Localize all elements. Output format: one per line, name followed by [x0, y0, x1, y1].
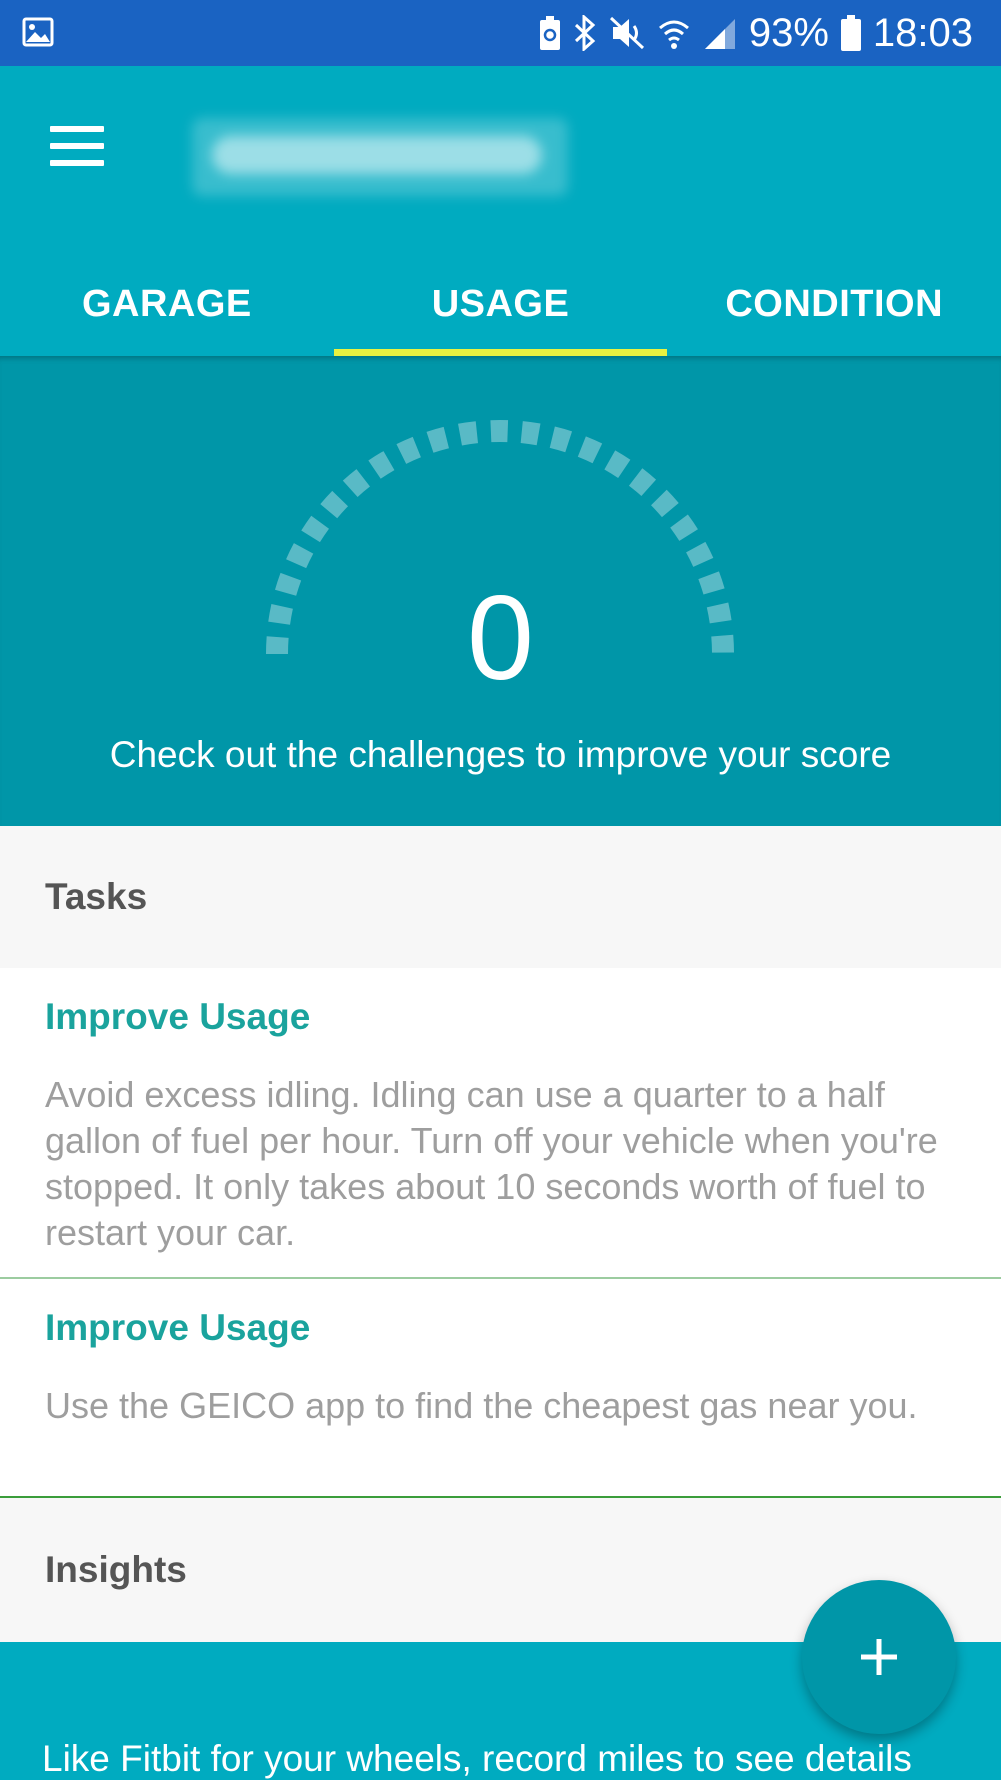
- bluetooth-icon: [573, 15, 597, 51]
- task-item[interactable]: Improve Usage Use the GEICO app to find …: [0, 1279, 1001, 1497]
- vehicle-title-redacted: [192, 118, 568, 196]
- insights-banner-text: Like Fitbit for your wheels, record mile…: [42, 1738, 912, 1779]
- task-description: Avoid excess idling. Idling can use a qu…: [45, 1074, 938, 1253]
- task-description: Use the GEICO app to find the cheapest g…: [45, 1385, 918, 1426]
- tab-garage[interactable]: GARAGE: [0, 266, 334, 356]
- battery-icon: [840, 15, 861, 51]
- signal-icon: [703, 17, 737, 49]
- battery-percent: 93%: [748, 10, 829, 55]
- insights-header-label: Insights: [45, 1549, 187, 1590]
- clock: 18:03: [872, 10, 973, 55]
- add-fab-button[interactable]: [802, 1580, 956, 1734]
- battery-saver-icon: [539, 16, 561, 50]
- app-bar: GARAGE USAGE CONDITION: [0, 66, 1001, 356]
- task-title: Improve Usage: [45, 1307, 311, 1348]
- image-icon: [22, 16, 54, 48]
- score-panel: 0 Check out the challenges to improve yo…: [0, 356, 1001, 826]
- tasks-header-label: Tasks: [45, 876, 148, 917]
- menu-button[interactable]: [50, 126, 104, 166]
- tasks-header: Tasks: [0, 826, 1001, 968]
- tab-condition[interactable]: CONDITION: [667, 266, 1001, 356]
- plus-icon: [861, 1639, 897, 1675]
- task-title: Improve Usage: [45, 996, 311, 1037]
- status-bar: 93% 18:03: [0, 0, 1001, 66]
- wifi-icon: [657, 16, 691, 50]
- score-message: Check out the challenges to improve your…: [109, 734, 892, 775]
- tab-usage[interactable]: USAGE: [333, 266, 668, 356]
- task-item[interactable]: Improve Usage Avoid excess idling. Idlin…: [0, 968, 1001, 1278]
- mute-icon: [609, 16, 645, 50]
- score-value: 0: [467, 571, 534, 705]
- tab-bar: GARAGE USAGE CONDITION: [0, 266, 1001, 356]
